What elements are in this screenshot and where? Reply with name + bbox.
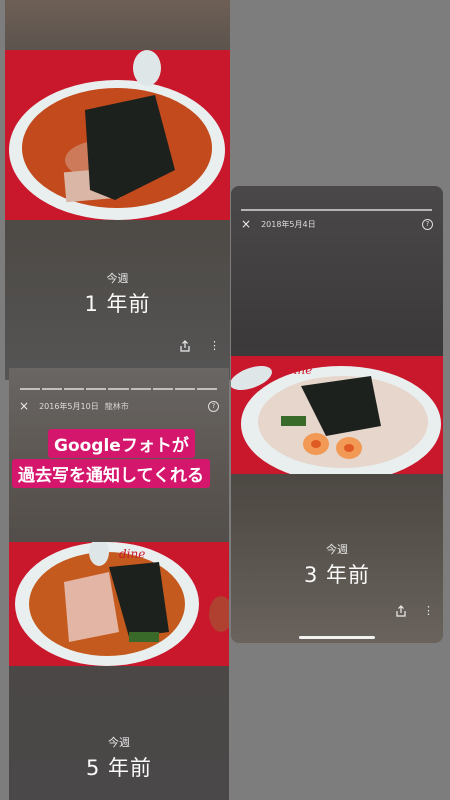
ramen-photo-3: dine	[9, 542, 229, 666]
caption-line-1: Googleフォトが	[48, 429, 195, 458]
svg-text:dine: dine	[286, 363, 312, 377]
card-period-label: 今週	[106, 272, 129, 285]
card-years-ago: 3 年前	[303, 563, 371, 587]
close-icon[interactable]: ×	[241, 217, 251, 231]
card-header: × 2016年5月10日 龍林市 ?	[9, 395, 229, 417]
card-years-ago: 1 年前	[84, 292, 151, 316]
photo-location: 龍林市	[104, 401, 129, 411]
card-period-label: 今週	[108, 736, 130, 749]
more-options-icon[interactable]: ⋮	[423, 604, 434, 617]
caption-line-2: 過去写を通知してくれる	[12, 459, 210, 488]
story-progress-bar	[20, 388, 217, 390]
ramen-photo-1: dine	[5, 50, 230, 220]
card-header: × 2018年5月4日 ?	[231, 213, 443, 235]
help-icon[interactable]: ?	[208, 400, 219, 412]
svg-text:dine: dine	[119, 547, 145, 561]
ramen-photo-2: dine	[231, 356, 443, 474]
photo-date: 2016年5月10日	[39, 401, 99, 411]
home-indicator	[299, 636, 375, 639]
share-icon[interactable]	[180, 340, 190, 355]
card-years-ago: 5 年前	[85, 756, 153, 780]
more-options-icon[interactable]: ⋮	[209, 339, 220, 352]
memory-card-3-years[interactable]: × 2018年5月4日 ? dine 今週 3 年前 ⋮	[231, 186, 443, 643]
card-period-label: 今週	[326, 543, 348, 556]
close-icon[interactable]: ×	[19, 399, 29, 413]
photo-date: 2018年5月4日	[261, 219, 316, 229]
help-icon[interactable]: ?	[422, 218, 433, 230]
memory-card-1-year[interactable]: dine 今週 1 年前 ⋮	[5, 0, 230, 380]
share-icon[interactable]	[396, 605, 406, 620]
story-progress-bar	[241, 209, 432, 211]
